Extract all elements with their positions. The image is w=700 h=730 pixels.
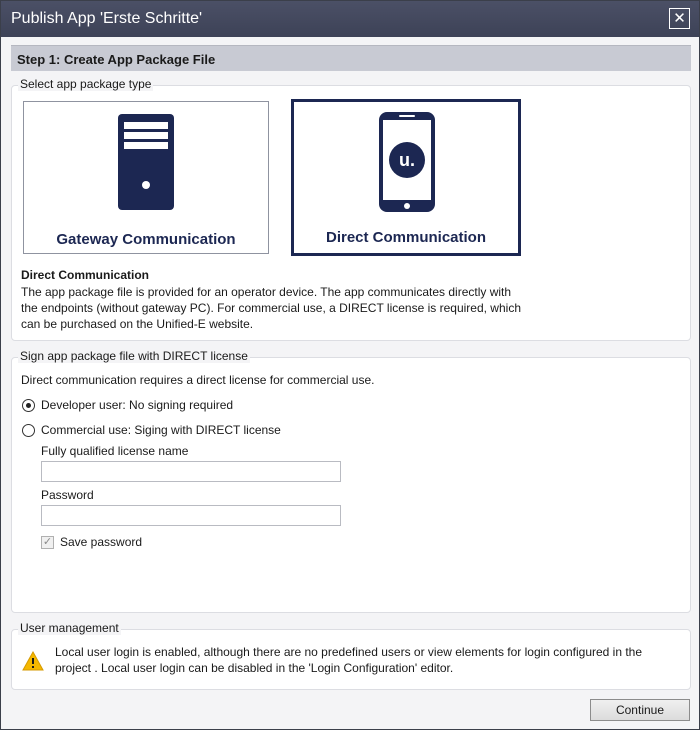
gateway-communication-label: Gateway Communication [56, 231, 236, 248]
commercial-use-radio[interactable] [22, 423, 35, 437]
user-management-group: User management Local user login is enab… [11, 621, 691, 690]
direct-communication-label: Direct Communication [325, 229, 487, 246]
close-icon: ✕ [673, 10, 686, 27]
step-header: Step 1: Create App Package File [11, 45, 691, 71]
smartphone-icon: u. [379, 112, 435, 212]
dialog-title: Publish App 'Erste Schritte' [11, 10, 203, 27]
save-password-checkbox[interactable]: ✓ [41, 535, 54, 549]
gateway-communication-tile[interactable]: Gateway Communication [23, 101, 269, 254]
developer-user-radio-row[interactable]: Developer user: No signing required [22, 397, 233, 413]
license-group-label: Sign app package file with DIRECT licens… [18, 349, 250, 363]
license-name-input[interactable] [41, 461, 341, 482]
description-title: Direct Communication [21, 268, 150, 282]
package-type-group-label: Select app package type [18, 77, 154, 91]
commercial-use-label: Commercial use: Siging with DIRECT licen… [41, 423, 281, 437]
package-type-group: Select app package type Gateway Communic… [11, 77, 691, 341]
server-tower-icon [118, 114, 174, 210]
save-password-label: Save password [60, 535, 143, 549]
license-name-label: Fully qualified license name [41, 444, 189, 458]
password-input[interactable] [41, 505, 341, 526]
close-button[interactable]: ✕ [669, 8, 690, 29]
continue-button[interactable]: Continue [590, 699, 690, 721]
developer-user-label: Developer user: No signing required [41, 398, 234, 412]
save-password-row[interactable]: ✓ Save password [41, 535, 142, 549]
password-label: Password [41, 488, 94, 502]
direct-communication-tile[interactable]: u. Direct Communication [291, 99, 521, 256]
phone-logo-text: u. [399, 150, 415, 170]
title-bar[interactable]: Publish App 'Erste Schritte' ✕ [1, 1, 699, 37]
commercial-use-radio-row[interactable]: Commercial use: Siging with DIRECT licen… [22, 422, 281, 438]
license-intro-text: Direct communication requires a direct l… [21, 373, 375, 387]
developer-user-radio[interactable] [22, 398, 35, 412]
user-management-group-label: User management [18, 621, 121, 635]
publish-app-dialog: Publish App 'Erste Schritte' ✕ Step 1: C… [0, 0, 700, 730]
description-text: The app package file is provided for an … [21, 285, 521, 331]
license-group: Sign app package file with DIRECT licens… [11, 349, 691, 613]
warning-icon [22, 651, 44, 671]
step-title: Step 1: Create App Package File [17, 52, 216, 67]
user-management-warning-text: Local user login is enabled, although th… [55, 645, 643, 675]
